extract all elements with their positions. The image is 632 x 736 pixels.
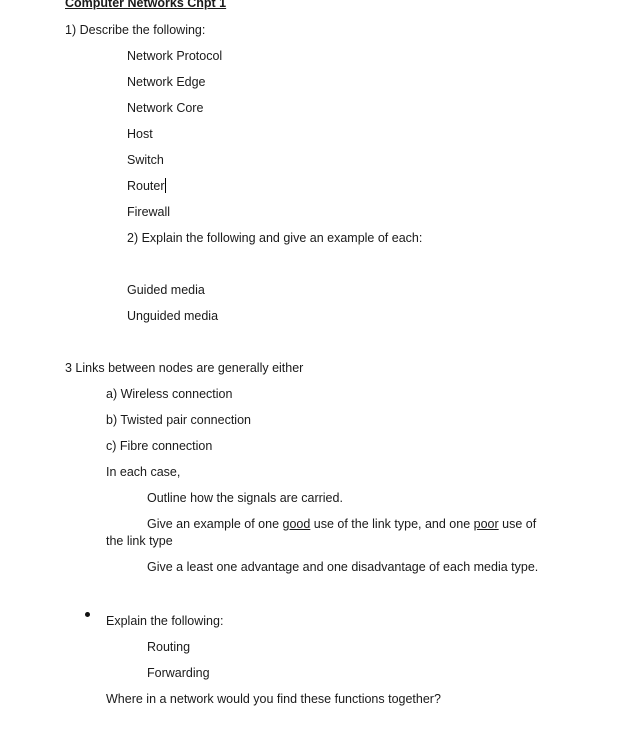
q3-option-wireless: a) Wireless connection (106, 387, 233, 401)
q1-item-firewall: Firewall (127, 205, 171, 219)
q1-item-network-core: Network Core (127, 101, 204, 115)
question-3-heading: 3 Links between nodes are generally eith… (65, 361, 304, 375)
example-text-1: Give an example of one (147, 517, 283, 531)
q3-in-each-case: In each case, (106, 465, 181, 479)
q4-item-routing: Routing (147, 640, 191, 654)
q3-task-advantage: Give a least one advantage and one disad… (147, 560, 539, 574)
q1-item-switch: Switch (127, 153, 164, 167)
q2-item-unguided-media: Unguided media (127, 309, 219, 323)
emphasis-good: good (282, 517, 311, 531)
q3-task-example-wrap: the link type (106, 534, 173, 548)
text-cursor (164, 178, 166, 193)
q3-task-outline: Outline how the signals are carried. (147, 491, 343, 505)
question-1-heading: 1) Describe the following: (65, 23, 206, 37)
q4-item-forwarding: Forwarding (147, 666, 210, 680)
bullet-icon (85, 612, 90, 617)
q4-bullet-heading: Explain the following: (106, 614, 224, 628)
q3-option-fibre: c) Fibre connection (106, 439, 213, 453)
q1-item-network-edge: Network Edge (127, 75, 206, 89)
document-title: Computer Networks Chpt 1 (65, 0, 227, 10)
example-text-3: use of (498, 517, 537, 531)
emphasis-poor: poor (473, 517, 499, 531)
example-text-2: use of the link type, and one (310, 517, 474, 531)
q2-item-guided-media: Guided media (127, 283, 205, 297)
q1-item-router-line[interactable]: Router (127, 178, 166, 194)
q1-item-host: Host (127, 127, 153, 141)
q1-item-router: Router (127, 179, 165, 193)
q1-item-network-protocol: Network Protocol (127, 49, 223, 63)
q3-option-twisted-pair: b) Twisted pair connection (106, 413, 251, 427)
q3-task-example: Give an example of one good use of the l… (147, 516, 536, 532)
q4-question: Where in a network would you find these … (106, 692, 441, 706)
question-2-heading: 2) Explain the following and give an exa… (127, 231, 423, 245)
